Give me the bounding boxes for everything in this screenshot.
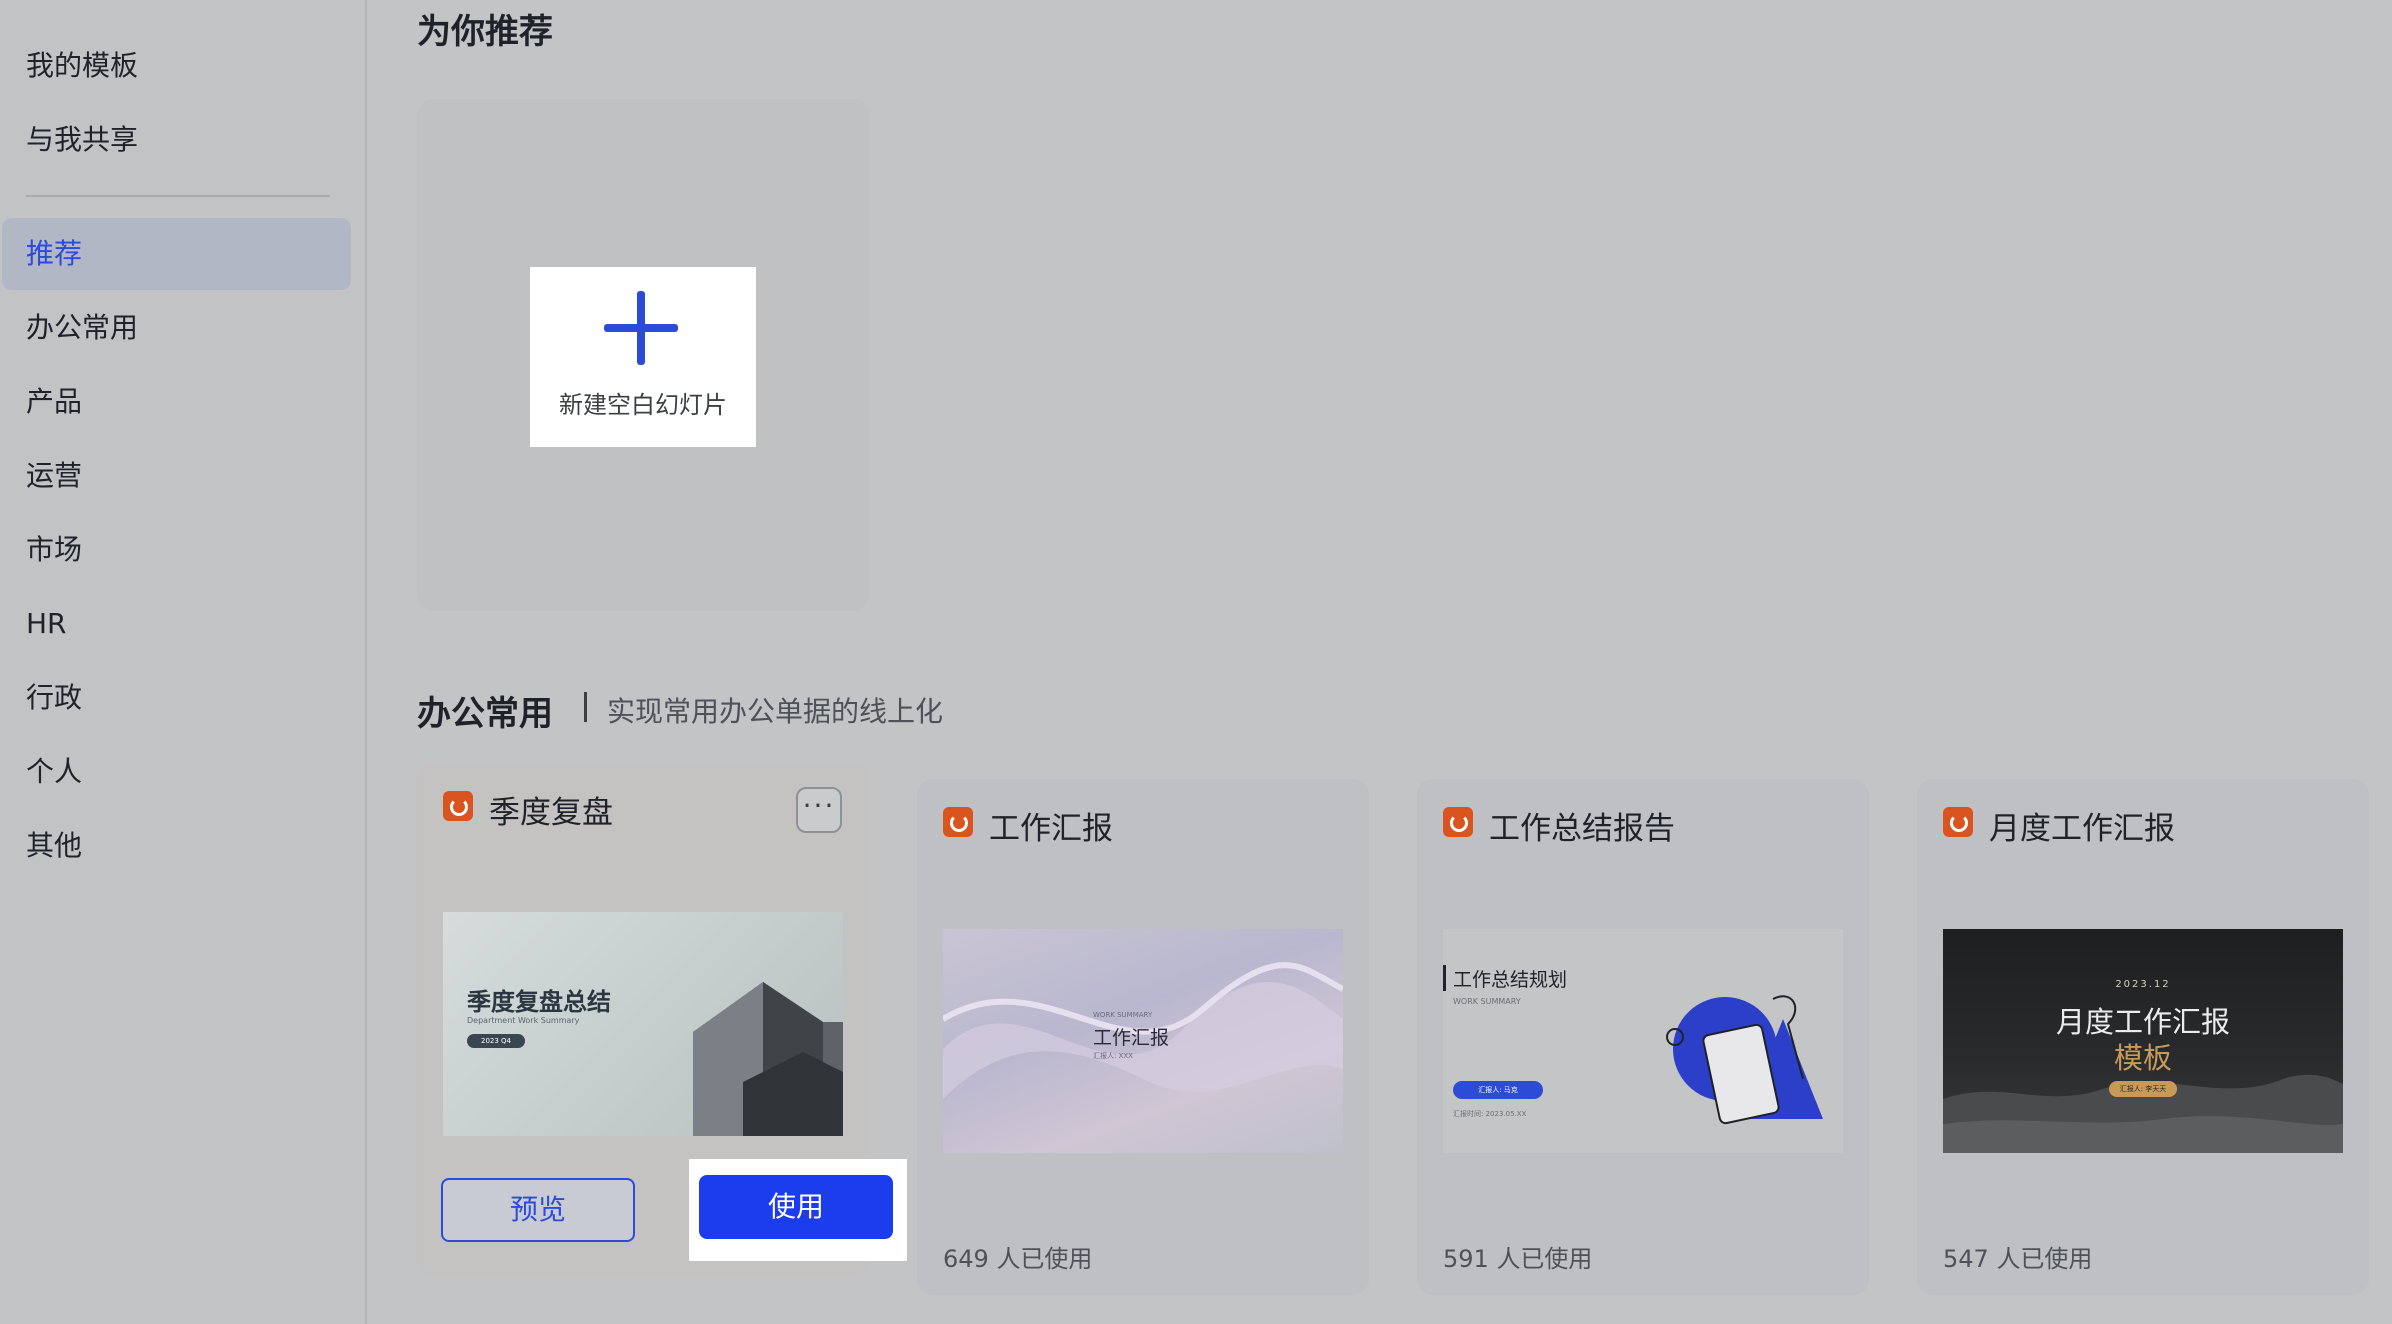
section-subtitle-office: 实现常用办公单据的线上化 bbox=[607, 695, 944, 728]
slides-icon bbox=[443, 791, 473, 821]
sidebar-item-personal[interactable]: 个人 bbox=[26, 752, 82, 792]
sidebar-item-hr[interactable]: HR bbox=[26, 604, 67, 644]
use-button-highlight: 使用 bbox=[689, 1159, 907, 1261]
template-thumbnail: 工作总结规划 WORK SUMMARY 汇报人: 马克 汇报时间: 2023.0… bbox=[1443, 929, 1843, 1153]
thumb-title-2: 模板 bbox=[2113, 1041, 2172, 1075]
template-thumbnail: 季度复盘总结 Department Work Summary 2023 Q4 bbox=[443, 912, 843, 1136]
sidebar-item-office[interactable]: 办公常用 bbox=[26, 308, 138, 348]
template-title: 工作总结报告 bbox=[1489, 811, 1675, 847]
thumb-en: WORK SUMMARY bbox=[1093, 1011, 1153, 1019]
usage-count: 547 人已使用 bbox=[1943, 1245, 2093, 1273]
slides-icon bbox=[943, 807, 973, 837]
use-button[interactable]: 使用 bbox=[699, 1175, 893, 1239]
thumb-title: 工作汇报 bbox=[1093, 1027, 1170, 1049]
slides-icon bbox=[1943, 807, 1973, 837]
thumb-pill: 汇报人: 李天天 bbox=[2109, 1081, 2177, 1097]
building-graphic bbox=[693, 982, 843, 1136]
template-title: 工作汇报 bbox=[989, 811, 1113, 847]
sidebar-item-shared-with-me[interactable]: 与我共享 bbox=[26, 120, 138, 160]
template-card-work-report[interactable]: 工作汇报 WORK SUMMARY 工作汇报 汇报人: XXX 649 人已使用 bbox=[917, 779, 1369, 1295]
usage-count: 591 人已使用 bbox=[1443, 1245, 1593, 1273]
more-options-button[interactable]: ··· bbox=[796, 787, 842, 833]
thumb-date: 2023.12 bbox=[2115, 979, 2171, 990]
sidebar-item-recommend[interactable]: 推荐 bbox=[26, 234, 82, 274]
sidebar-item-product[interactable]: 产品 bbox=[26, 382, 82, 422]
template-card-monthly-report[interactable]: 月度工作汇报 2023.12 月度工作汇报 模板 汇报人: 李天天 547 人已… bbox=[1917, 779, 2369, 1295]
new-blank-slide-card[interactable]: 新建空白幻灯片 bbox=[417, 99, 869, 611]
preview-button[interactable]: 预览 bbox=[441, 1178, 635, 1242]
sidebar: 我的模板 与我共享 推荐 办公常用 产品 运营 市场 HR 行政 个人 其他 bbox=[0, 0, 367, 1324]
template-title: 季度复盘 bbox=[489, 795, 613, 831]
template-thumbnail: 2023.12 月度工作汇报 模板 汇报人: 李天天 bbox=[1943, 929, 2343, 1153]
sidebar-item-market[interactable]: 市场 bbox=[26, 530, 82, 570]
sidebar-divider bbox=[26, 195, 330, 197]
template-title: 月度工作汇报 bbox=[1989, 811, 2175, 847]
section-divider bbox=[584, 692, 587, 722]
sidebar-item-my-templates[interactable]: 我的模板 bbox=[26, 46, 138, 86]
sidebar-item-admin[interactable]: 行政 bbox=[26, 678, 82, 718]
illustration-graphic bbox=[1666, 995, 1823, 1125]
section-title-office: 办公常用 bbox=[417, 694, 553, 734]
template-card-work-summary[interactable]: 工作总结报告 工作总结规划 WORK SUMMARY 汇报人: 马克 汇报时间:… bbox=[1417, 779, 1869, 1295]
new-blank-slide-button[interactable]: 新建空白幻灯片 bbox=[530, 267, 756, 447]
sidebar-item-operations[interactable]: 运营 bbox=[26, 456, 82, 496]
template-thumbnail: WORK SUMMARY 工作汇报 汇报人: XXX bbox=[943, 929, 1343, 1153]
new-blank-slide-label: 新建空白幻灯片 bbox=[559, 391, 727, 419]
main-content: 为你推荐 新建空白幻灯片 办公常用 实现常用办公单据的线上化 季度复盘 ··· … bbox=[369, 0, 2392, 1324]
slides-icon bbox=[1443, 807, 1473, 837]
usage-count: 649 人已使用 bbox=[943, 1245, 1093, 1273]
section-title-recommend: 为你推荐 bbox=[417, 12, 553, 52]
thumb-subtitle: 汇报人: XXX bbox=[1093, 1052, 1133, 1060]
template-card-quarterly-review[interactable]: 季度复盘 ··· 季度复盘总结 Department Work Summary … bbox=[417, 763, 907, 1275]
sidebar-item-other[interactable]: 其他 bbox=[26, 826, 82, 866]
